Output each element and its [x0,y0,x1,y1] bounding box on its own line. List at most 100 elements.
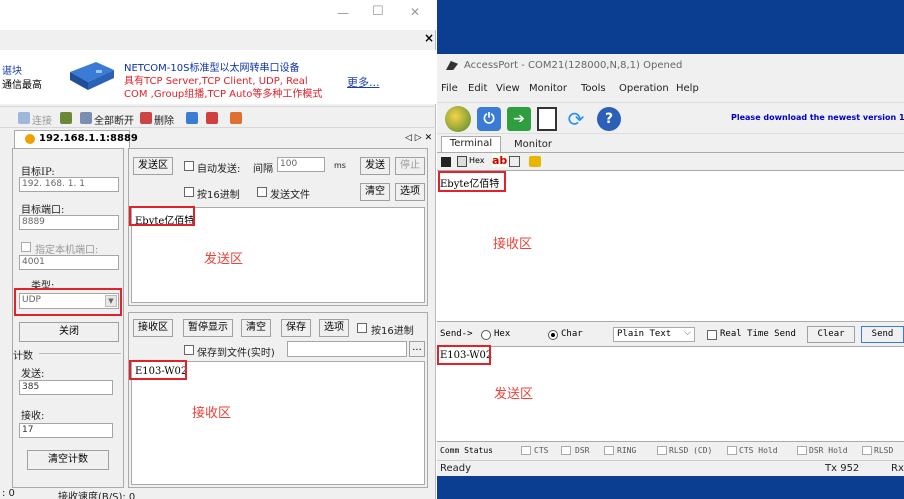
browse-button[interactable]: ... [409,341,425,357]
menu-edit[interactable]: Edit [468,83,487,94]
menu-tools[interactable]: Tools [581,83,606,94]
connect-button[interactable]: 连接 [32,112,52,127]
connection-tab[interactable]: 192.168.1.1:8889 [14,130,138,148]
comm-status-label: Comm Status [440,446,493,455]
menu-file[interactable]: File [441,83,458,94]
stop-button[interactable]: 停止 [395,157,425,175]
left-window: — ☐ ✕ × 谌块 通信最高 NETCOM-10S标准型以太网转串口设备 具有… [0,0,436,499]
disconnect-all-button[interactable]: 全部断开 [94,112,134,127]
network-icon [25,134,35,144]
send-arrow-label: Send-> [440,329,473,339]
color-icon[interactable] [529,156,541,167]
close-connection-button[interactable]: 关闭 [19,322,119,342]
format-chevron-icon: ⌵ [684,328,691,338]
send-count-field: 385 [19,380,113,395]
rlsd-led [657,446,667,455]
disconnect-all-icon [80,112,92,124]
left-statusbar: : 0 接收速度(B/S): 0 [0,488,436,499]
save-to-file-checkbox[interactable] [184,345,194,355]
recv-save-button[interactable]: 保存 [281,319,311,337]
tab-terminal[interactable]: Terminal [441,136,501,152]
char-radio-label: Char [561,329,583,339]
comm-status-bar: Comm Status CTS DSR RING RLSD (CD) CTS H… [437,444,904,458]
inner-close-button[interactable]: × [424,31,434,45]
hex-send-checkbox[interactable] [184,187,194,197]
save-to-file-label: 保存到文件(实时) [197,348,275,359]
hex-radio-label: Hex [494,329,511,339]
hex-send-label: 按16进制 [197,190,240,201]
refresh-icon[interactable]: ⟳ [565,107,587,131]
menu-view[interactable]: View [496,83,520,94]
minimize-button[interactable]: — [337,6,349,20]
recv-pane[interactable]: Ebyte亿佰特 接收区 [437,170,904,322]
cts-hold-label: CTS Hold [739,446,778,455]
cts-label: CTS [534,446,549,455]
document-icon[interactable] [537,107,557,131]
send-pane[interactable]: E103-W02 发送区 [437,346,904,442]
type-highlight [14,288,122,316]
tab-monitor[interactable]: Monitor [503,138,563,152]
recv-count-field: 17 [19,423,113,438]
char-radio[interactable] [548,330,558,340]
open-port-icon[interactable] [445,106,471,132]
ap-send-annotation: 发送区 [494,387,534,402]
banner-line3: COM ,Group组播,TCP Auto等多种工作模式 [124,89,323,100]
delete-button[interactable]: 删除 [154,112,174,127]
hex-toggle[interactable]: Hex [469,156,485,165]
target-port-field[interactable]: 8889 [19,215,119,230]
interval-field[interactable]: 100 [277,157,325,172]
send-clear-button[interactable]: 清空 [360,183,390,201]
recv-area-title[interactable]: 接收区 [133,319,173,337]
format-select[interactable]: Plain Text ⌵ [613,327,695,342]
more-link[interactable]: 更多... [347,74,380,90]
edit-icon[interactable] [509,156,520,167]
rlsd-label: RLSD (CD) [669,446,713,455]
close-window-button[interactable]: ✕ [410,5,420,19]
right-window: AccessPort - COM21(128000,N,8,1) Opened … [437,54,904,476]
grid-icon[interactable] [457,156,467,167]
ap-send-button[interactable]: Send [861,326,904,343]
recv-annotation: 接收区 [192,406,232,421]
pause-display-button[interactable]: 暂停显示 [183,319,233,337]
ab-toggle[interactable]: ab [492,154,508,167]
banner-left-line1: 谌块 [2,66,22,77]
ap-clear-button[interactable]: Clear [807,326,855,343]
cts-led [521,446,531,455]
ap-recv-annotation: 接收区 [493,237,533,252]
window-title: AccessPort - COM21(128000,N,8,1) Opened [464,60,683,71]
realtime-checkbox[interactable] [707,330,717,340]
help-circle-icon[interactable]: ? [597,107,621,131]
hex-recv-checkbox[interactable] [357,323,367,333]
ready-label: Ready [440,463,472,474]
main-toolbar: ⏻ ➔ ⟳ ? Please download the newest versi… [437,102,904,134]
send-options-button[interactable]: 选项 [395,183,425,201]
maximize-button[interactable]: ☐ [372,4,384,19]
send-area-title: 发送区 [133,157,173,175]
download-notice[interactable]: Please download the newest version 1.37 … [731,113,904,122]
forward-icon[interactable]: ➔ [507,107,531,131]
char-radio-dot [551,333,555,337]
file-path-field[interactable] [287,341,407,357]
connect-icon [18,112,30,124]
recv-clear-button[interactable]: 清空 [241,319,271,337]
auto-send-checkbox[interactable] [184,161,194,171]
clear-count-button[interactable]: 清空计数 [27,450,109,470]
menu-help[interactable]: Help [676,83,699,94]
target-ip-field[interactable]: 192. 168. 1. 1 [19,177,119,192]
local-port-field[interactable]: 4001 [19,255,119,270]
hex-radio[interactable] [481,330,491,340]
send-button[interactable]: 发送 [360,157,390,175]
rlsd-hold-label: RLSD [874,446,894,455]
recv-options-button[interactable]: 选项 [319,319,349,337]
power-icon[interactable]: ⏻ [477,107,501,131]
rx-count: Rx [891,463,904,474]
tab-nav-icons[interactable]: ◁ ▷ ✕ [405,133,432,143]
send-file-checkbox[interactable] [257,187,267,197]
status-left: : 0 [2,488,15,499]
local-port-checkbox[interactable] [21,242,31,252]
dsr-hold-label: DSR Hold [809,446,848,455]
banner-left-line2: 通信最高 [2,80,42,91]
menu-operation[interactable]: Operation [619,83,669,94]
menu-monitor[interactable]: Monitor [529,83,567,94]
save-icon[interactable] [441,157,451,167]
